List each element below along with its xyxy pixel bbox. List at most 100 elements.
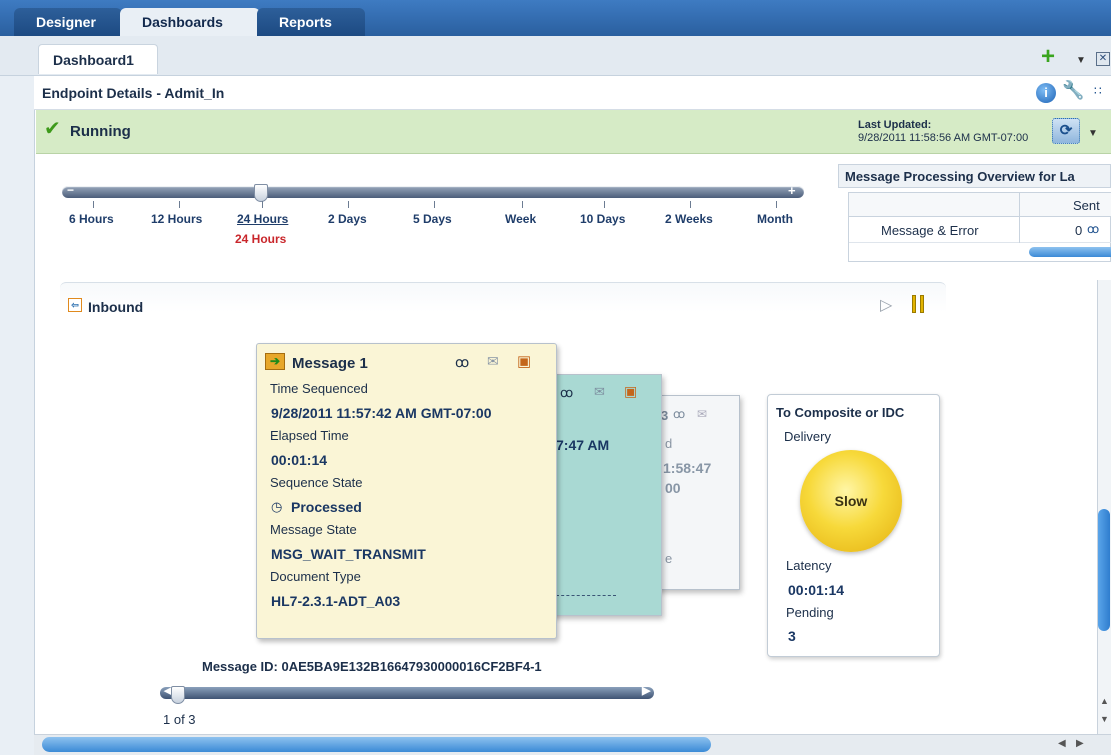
card3-fragment: e bbox=[665, 551, 673, 566]
tab-reports-label: Reports bbox=[279, 14, 332, 30]
elapsed-time-value: 00:01:14 bbox=[271, 452, 328, 468]
inbound-section-header: ⇦ Inbound ▷ bbox=[60, 282, 946, 315]
timeline-label-2w[interactable]: 2 Weeks bbox=[665, 212, 713, 226]
glasses-icon[interactable]: ꝏ bbox=[455, 354, 469, 371]
info-icon[interactable]: i bbox=[1036, 83, 1056, 103]
envelope-icon: ✉ bbox=[594, 384, 605, 399]
message-card-3[interactable]: 3 ꝏ ✉ d 1:58:47 00 e bbox=[650, 395, 740, 590]
timeline-label-24h[interactable]: 24 Hours bbox=[237, 212, 288, 226]
message-id: Message ID: 0AE5BA9E132B16647930000016CF… bbox=[202, 659, 542, 674]
scroll-right-icon[interactable]: ▶ bbox=[1076, 738, 1084, 749]
latency-label: Latency bbox=[786, 558, 832, 573]
tick-mark bbox=[522, 201, 523, 208]
pause-icon-bar bbox=[920, 295, 924, 313]
card3-fragment: 00 bbox=[665, 480, 681, 496]
message-state-value: MSG_WAIT_TRANSMIT bbox=[271, 546, 426, 562]
tab-designer[interactable]: Designer bbox=[14, 8, 122, 36]
pager-label: 1 of 3 bbox=[163, 712, 196, 727]
status-label: Running bbox=[70, 123, 131, 140]
tab-dashboard1-label: Dashboard1 bbox=[53, 52, 134, 68]
page-title: Endpoint Details - Admit_In bbox=[42, 85, 225, 101]
refresh-icon: ⟳ bbox=[1059, 122, 1073, 139]
card-title: Message 1 bbox=[292, 355, 368, 372]
sequence-state-label: Sequence State bbox=[270, 475, 363, 490]
top-tab-bar: Designer Dashboards Reports bbox=[0, 0, 1111, 36]
timeline-label-month[interactable]: Month bbox=[757, 212, 793, 226]
time-range-slider[interactable]: − + bbox=[62, 183, 804, 198]
inbound-icon: ⇦ bbox=[68, 298, 82, 312]
timeline-label-12h[interactable]: 12 Hours bbox=[151, 212, 202, 226]
pager-next-icon[interactable]: ▶ bbox=[642, 684, 650, 697]
message-card-2[interactable]: ꝏ ✉ ▣ 7:47 AM bbox=[545, 374, 662, 616]
dashboard-tab-bar bbox=[0, 36, 1111, 76]
overview-title: Message Processing Overview for La bbox=[838, 164, 1111, 188]
timeline-label-5d[interactable]: 5 Days bbox=[413, 212, 452, 226]
scroll-up-icon[interactable]: ▲ bbox=[1100, 696, 1109, 706]
move-handle-icon[interactable]: ∷ bbox=[1094, 84, 1102, 98]
card3-fragment: 1:58:47 bbox=[663, 460, 712, 476]
tick-mark bbox=[434, 201, 435, 208]
message-state-label: Message State bbox=[270, 522, 357, 537]
sequence-state-value: Processed bbox=[291, 499, 362, 515]
pending-value: 3 bbox=[788, 628, 796, 644]
card3-fragment: 3 bbox=[661, 408, 669, 423]
latency-value: 00:01:14 bbox=[788, 582, 845, 598]
clock-icon: ◷ bbox=[271, 499, 283, 514]
scroll-left-icon[interactable]: ◀ bbox=[1058, 738, 1066, 749]
tick-mark bbox=[179, 201, 180, 208]
overview-scrollbar[interactable] bbox=[1029, 247, 1111, 257]
timeline-label-week[interactable]: Week bbox=[505, 212, 536, 226]
elapsed-time-label: Elapsed Time bbox=[270, 428, 349, 443]
status-bar: ✔ Running Last Updated: 9/28/2011 11:58:… bbox=[36, 110, 1111, 154]
plus-icon[interactable]: + bbox=[788, 183, 796, 198]
tick-mark bbox=[348, 201, 349, 208]
last-updated-label: Last Updated: bbox=[858, 119, 932, 131]
tab-dashboards-label: Dashboards bbox=[142, 14, 223, 30]
tick-mark bbox=[690, 201, 691, 208]
message-card-1[interactable]: ➔ Message 1 ꝏ ✉ ▣ Time Sequenced 9/28/20… bbox=[256, 343, 557, 639]
minus-icon[interactable]: − bbox=[67, 183, 74, 197]
close-icon[interactable]: ✕ bbox=[1096, 52, 1110, 66]
tab-dashboards[interactable]: Dashboards bbox=[120, 8, 260, 36]
timeline-label-2d[interactable]: 2 Days bbox=[328, 212, 367, 226]
refresh-menu-chevron-icon[interactable]: ▼ bbox=[1088, 128, 1098, 139]
document-icon[interactable]: ▣ bbox=[517, 352, 531, 370]
wrench-icon[interactable]: 🔧 bbox=[1062, 80, 1084, 101]
tick-mark bbox=[93, 201, 94, 208]
glasses-icon[interactable]: ꝏ bbox=[1087, 222, 1099, 236]
vertical-scroll-thumb[interactable] bbox=[1098, 509, 1110, 631]
pause-icon[interactable] bbox=[912, 295, 916, 313]
slider-thumb[interactable] bbox=[254, 184, 268, 202]
envelope-icon[interactable]: ✉ bbox=[487, 353, 499, 370]
tab-designer-label: Designer bbox=[36, 14, 96, 30]
refresh-button[interactable]: ⟳ bbox=[1052, 118, 1080, 144]
last-updated: Last Updated: 9/28/2011 11:58:56 AM GMT-… bbox=[858, 119, 1028, 145]
pending-label: Pending bbox=[786, 605, 834, 620]
row-label: Message & Error bbox=[881, 223, 979, 238]
play-icon[interactable]: ▷ bbox=[880, 295, 892, 315]
timeline-label-10d[interactable]: 10 Days bbox=[580, 212, 625, 226]
pager-thumb[interactable] bbox=[171, 686, 185, 704]
add-icon[interactable]: + bbox=[1041, 45, 1055, 69]
tab-reports[interactable]: Reports bbox=[257, 8, 365, 36]
horizontal-scroll-thumb[interactable] bbox=[42, 737, 711, 752]
chevron-down-icon[interactable]: ▼ bbox=[1076, 55, 1086, 66]
row-value: 0 bbox=[1075, 223, 1083, 238]
document-type-value: HL7-2.3.1-ADT_A03 bbox=[271, 593, 401, 609]
tick-mark bbox=[604, 201, 605, 208]
endpoint-header: Endpoint Details - Admit_In i 🔧 ∷ bbox=[34, 76, 1111, 110]
vertical-scrollbar[interactable]: ▲ ▼ bbox=[1097, 280, 1111, 734]
tab-dashboard1[interactable]: Dashboard1 bbox=[38, 44, 158, 74]
glasses-icon: ꝏ bbox=[673, 407, 686, 421]
checkmark-icon: ✔ bbox=[44, 118, 61, 140]
column-sent: Sent bbox=[1073, 198, 1100, 213]
scroll-down-icon[interactable]: ▼ bbox=[1100, 714, 1109, 724]
timeline-label-6h[interactable]: 6 Hours bbox=[69, 212, 114, 226]
card3-fragment: d bbox=[665, 436, 673, 451]
column-divider bbox=[1019, 193, 1020, 217]
message-icon: ➔ bbox=[265, 353, 285, 370]
message-pager-slider[interactable]: ◀ ▶ bbox=[160, 684, 654, 699]
delivery-label: Delivery bbox=[784, 429, 831, 444]
tick-mark bbox=[262, 201, 263, 208]
time-sequenced-value: 9/28/2011 11:57:42 AM GMT-07:00 bbox=[271, 405, 492, 421]
